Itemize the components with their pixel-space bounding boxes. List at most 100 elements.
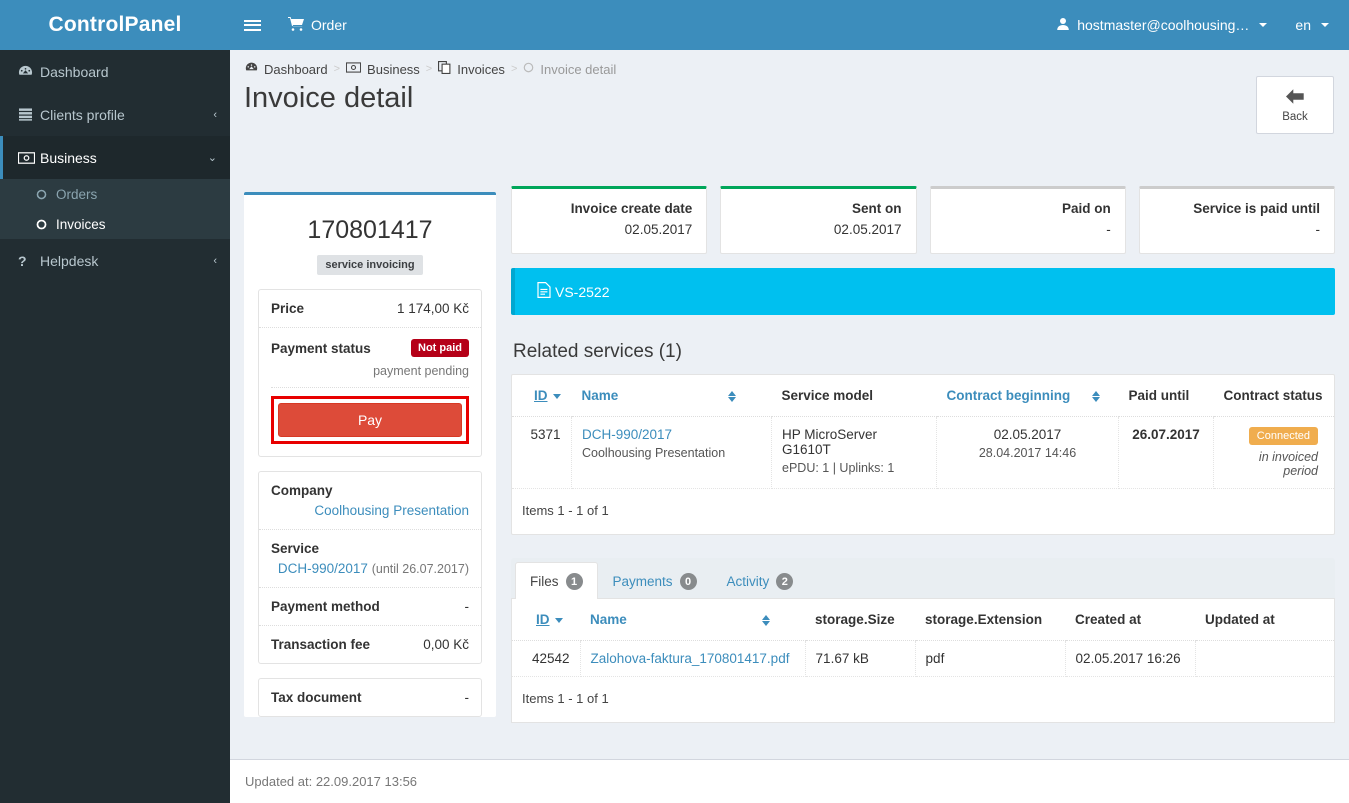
col-header-updated-at-label: Updated at	[1205, 612, 1275, 627]
invoice-payment-method-row: Payment method -	[259, 588, 481, 626]
sidebar-item-orders[interactable]: Orders	[0, 179, 230, 209]
col-header-created-at: Created at	[1065, 599, 1196, 641]
table-row[interactable]: 42542 Zalohova-faktura_170801417.pdf 71.…	[512, 640, 1334, 677]
tab-payments[interactable]: Payments 0	[598, 562, 712, 599]
breadcrumb-separator: >	[510, 63, 518, 75]
invoice-company-link[interactable]: Coolhousing Presentation	[314, 503, 469, 518]
status-card-paid-on: Paid on -	[929, 186, 1126, 254]
file-link[interactable]: Zalohova-faktura_170801417.pdf	[591, 651, 790, 666]
invoice-transaction-fee-row: Transaction fee 0,00 Kč	[259, 626, 481, 663]
tab-activity-label: Activity	[726, 574, 770, 589]
business-money-icon-breadcrumb	[345, 62, 362, 76]
status-card-service-is-paid-until: Service is paid until -	[1138, 186, 1335, 254]
business-money-icon	[18, 151, 40, 164]
sidebar-item-label-helpdesk: Helpdesk	[40, 252, 99, 269]
col-header-name[interactable]: Name	[580, 599, 806, 641]
status-card-invoice-create-date: Invoice create date 02.05.2017	[511, 186, 708, 254]
breadcrumb-item-business[interactable]: Business	[345, 62, 420, 77]
invoice-number: 170801417	[307, 216, 433, 244]
invoice-payment-status-label: Payment status	[271, 340, 371, 356]
pay-button[interactable]: Pay	[278, 403, 462, 437]
sidebar-item-label-dashboard: Dashboard	[40, 63, 109, 80]
sidebar-item-invoices[interactable]: Invoices	[0, 209, 230, 239]
col-header-contract-beginning[interactable]: Contract beginning	[936, 375, 1119, 417]
tax-document-value: -	[464, 690, 470, 705]
col-header-service-model-label: Service model	[781, 388, 874, 403]
sort-both-icon[interactable]	[761, 614, 771, 627]
sidebar: ControlPanel Dashboard Clients profile ‹…	[0, 0, 230, 803]
cart-icon	[288, 16, 304, 34]
variable-symbol-bar[interactable]: VS-2522	[511, 268, 1335, 315]
dashboard-icon	[18, 64, 40, 79]
cell-name-sub: Coolhousing Presentation	[582, 446, 726, 460]
status-badge-connected: Connected	[1248, 427, 1318, 445]
status-card-value: 02.05.2017	[624, 222, 693, 237]
col-header-name[interactable]: Name	[571, 375, 772, 417]
sidebar-item-helpdesk[interactable]: ? Helpdesk ‹	[0, 239, 230, 282]
col-header-storage-extension: storage.Extension	[915, 599, 1066, 641]
tab-files[interactable]: Files 1	[515, 562, 598, 599]
breadcrumb-item-invoice-detail: Invoice detail	[523, 62, 616, 77]
language-menu-button[interactable]: en	[1281, 0, 1349, 50]
sidebar-item-label-orders: Orders	[56, 186, 98, 202]
status-card-title: Sent on	[852, 201, 902, 216]
sort-desc-icon[interactable]	[552, 390, 562, 403]
user-menu-label: hostmaster@coolhousing…	[1077, 17, 1250, 33]
invoices-copy-icon	[438, 61, 451, 77]
variable-symbol-label: VS-2522	[555, 283, 610, 300]
language-menu-label: en	[1295, 17, 1311, 33]
col-header-id[interactable]: ID	[512, 375, 572, 417]
col-header-contract-status-label: Contract status	[1223, 388, 1323, 403]
service-link[interactable]: DCH-990/2017	[582, 427, 672, 442]
tab-activity[interactable]: Activity 2	[712, 562, 809, 599]
breadcrumb-item-dashboard[interactable]: Dashboard	[245, 61, 328, 77]
col-header-created-at-label: Created at	[1075, 612, 1142, 627]
sort-desc-icon[interactable]	[554, 614, 564, 627]
back-button-label: Back	[1282, 110, 1308, 123]
col-header-id-label: ID	[536, 612, 550, 627]
sort-both-icon[interactable]	[728, 390, 737, 403]
related-services-table-box: ID Name Service model Contract beginning	[511, 374, 1335, 535]
breadcrumb-label-invoices: Invoices	[457, 61, 505, 77]
app-logo[interactable]: ControlPanel	[0, 0, 230, 50]
col-header-contract-beginning-label: Contract beginning	[946, 388, 1071, 403]
cell-contract-status-note: in invoiced period	[1258, 450, 1318, 478]
col-header-id-label: ID	[534, 388, 548, 403]
cell-contract-status: Connected in invoiced period	[1213, 416, 1334, 489]
col-header-storage-size: storage.Size	[805, 599, 916, 641]
file-text-icon	[537, 282, 551, 301]
sidebar-item-clients-profile[interactable]: Clients profile ‹	[0, 93, 230, 136]
order-button-label: Order	[311, 17, 347, 33]
invoice-payment-method-value: -	[464, 599, 470, 614]
order-button[interactable]: Order	[274, 0, 361, 50]
invoice-service-link[interactable]: DCH-990/2017	[278, 561, 368, 576]
cell-id: 42542	[512, 640, 581, 677]
page-title: Invoice detail	[244, 82, 414, 114]
status-card-title: Service is paid until	[1193, 201, 1320, 216]
pay-button-highlight: Pay	[271, 396, 469, 444]
tab-panel-files: ID Name storage.Size storage.Extension C…	[511, 599, 1335, 723]
user-menu-button[interactable]: hostmaster@coolhousing…	[1042, 0, 1281, 50]
sidebar-item-label-business: Business	[40, 149, 97, 166]
back-button[interactable]: Back	[1256, 76, 1334, 134]
sidebar-toggle-button[interactable]	[230, 0, 274, 50]
breadcrumb-item-invoices[interactable]: Invoices	[438, 61, 505, 77]
invoice-company-row: Company Coolhousing Presentation	[259, 472, 481, 530]
cell-storage-extension: pdf	[915, 640, 1066, 677]
tab-files-label: Files	[530, 574, 559, 589]
invoice-summary-column: 170801417 service invoicing Price 1 174,…	[244, 192, 496, 739]
sidebar-item-dashboard[interactable]: Dashboard	[0, 50, 230, 93]
sort-both-icon[interactable]	[1092, 390, 1101, 403]
page-content: Dashboard > Business > Invoices > Invoic…	[230, 50, 1349, 803]
cell-created-at: 02.05.2017 16:26	[1065, 640, 1196, 677]
invoice-transaction-fee-value: 0,00 Kč	[423, 637, 469, 652]
col-header-id[interactable]: ID	[512, 599, 581, 641]
invoice-payment-method-label: Payment method	[271, 599, 380, 614]
related-services-title: Related services (1)	[513, 341, 682, 362]
related-services-table: ID Name Service model Contract beginning	[512, 375, 1334, 489]
status-card-value: 02.05.2017	[833, 222, 902, 237]
table-row[interactable]: 5371 DCH-990/2017 Coolhousing Presentati…	[512, 416, 1334, 489]
sidebar-item-business[interactable]: Business ⌄	[0, 136, 230, 179]
cell-name: Zalohova-faktura_170801417.pdf	[580, 640, 806, 677]
col-header-paid-until-label: Paid until	[1128, 388, 1190, 403]
